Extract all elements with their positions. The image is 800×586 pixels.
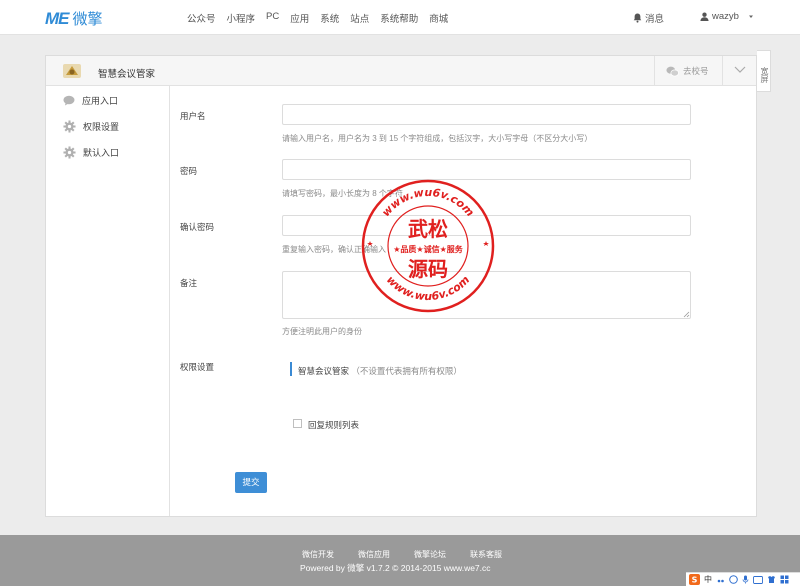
copyright-text: Powered by 微擎 v1.7.2 © 2014-2015 www.we7… — [300, 563, 491, 573]
header-divider — [654, 56, 655, 85]
sidebar: 应用入口 权限设置 默认入口 — [46, 86, 170, 516]
header-divider-2 — [722, 56, 723, 85]
sidebar-item-permissions[interactable]: 权限设置 — [63, 120, 119, 133]
top-navbar: ME 微擎 公众号 小程序 PC 应用 系统 站点 系统帮助 商城 消息 waz… — [0, 0, 800, 35]
menu-item-official-account[interactable]: 公众号 — [187, 11, 216, 25]
skin-icon[interactable] — [767, 575, 776, 584]
caret-down-icon — [748, 15, 753, 18]
footer-link-dev[interactable]: 微信开发 — [302, 549, 334, 560]
footer-link-apps[interactable]: 微信应用 — [358, 549, 390, 560]
sidebar-item-app-entry[interactable]: 应用入口 — [63, 94, 118, 107]
ime-mode-label[interactable]: 中 — [704, 574, 712, 585]
remark-label: 备注 — [180, 278, 198, 288]
bell-icon — [633, 13, 642, 23]
submit-button[interactable]: 提交 — [235, 472, 267, 493]
footer: 微信开发 微信应用 微擎论坛 联系客服 Powered by 微擎 v1.7.2… — [0, 535, 800, 586]
menu-item-system[interactable]: 系统 — [320, 11, 339, 25]
brand-logo[interactable]: ME 微擎 — [45, 8, 103, 29]
main-menu: 公众号 小程序 PC 应用 系统 站点 系统帮助 商城 — [187, 11, 448, 25]
menu-item-apps[interactable]: 应用 — [290, 11, 309, 25]
wechat-icon — [666, 66, 679, 76]
app-logo-icon — [63, 64, 81, 78]
password-label: 密码 — [180, 166, 198, 176]
reply-rules-checkbox[interactable] — [293, 419, 302, 428]
password-input[interactable] — [282, 159, 691, 180]
sidebar-item-label: 默认入口 — [83, 148, 120, 158]
switch-account-button[interactable]: 去校号 — [666, 65, 709, 77]
stamp-title-bottom: 源码 — [408, 257, 448, 281]
chevron-down-icon[interactable] — [733, 64, 747, 76]
reply-rules-label[interactable]: 回复规则列表 — [308, 419, 359, 431]
sogou-logo-icon[interactable]: S — [689, 574, 700, 585]
toolbox-icon[interactable] — [780, 575, 789, 584]
menu-item-store[interactable]: 商城 — [429, 11, 448, 25]
gear-icon — [63, 120, 76, 133]
permission-module-name: 智慧会议管家 — [298, 366, 350, 376]
messages-label: 消息 — [645, 14, 665, 25]
sidebar-item-label: 应用入口 — [82, 96, 119, 106]
remark-help: 方便注明此用户的身份 — [282, 327, 362, 336]
punctuation-icon[interactable] — [716, 575, 725, 584]
star-icon — [367, 241, 373, 246]
watermark-stamp: www.wu6v.com www.wu6v.com 武松 ★品质★诚信★服务 源… — [361, 179, 495, 313]
ime-toolbar: S 中 — [686, 572, 800, 586]
menu-item-site[interactable]: 站点 — [350, 11, 369, 25]
username-label: 用户名 — [180, 111, 206, 121]
widescreen-toggle[interactable]: 宽屏 — [757, 50, 771, 92]
permission-module: 智慧会议管家 （不设置代表拥有所有权限） — [298, 365, 462, 377]
footer-link-support[interactable]: 联系客服 — [470, 549, 502, 560]
footer-links: 微信开发 微信应用 微擎论坛 联系客服 — [302, 549, 502, 560]
panel-header: 智慧会议管家 去校号 — [46, 56, 756, 86]
sidebar-item-label: 权限设置 — [83, 122, 120, 132]
resize-handle-icon[interactable] — [683, 311, 690, 318]
brand-name: 微擎 — [72, 10, 103, 28]
gear-icon — [63, 146, 76, 159]
stamp-slogan: ★品质★诚信★服务 — [393, 244, 464, 254]
permission-module-note: （不设置代表拥有所有权限） — [351, 366, 462, 376]
permission-module-marker — [290, 362, 292, 376]
emoji-icon[interactable] — [729, 575, 738, 584]
sidebar-item-default-entry[interactable]: 默认入口 — [63, 146, 119, 159]
username-label: wazyb — [712, 11, 739, 22]
brand-mark: ME — [45, 8, 69, 28]
confirm-password-label: 确认密码 — [180, 222, 215, 232]
menu-item-help[interactable]: 系统帮助 — [380, 11, 418, 25]
keyboard-icon[interactable] — [753, 575, 763, 584]
app-name: 智慧会议管家 — [98, 69, 156, 80]
username-help: 请输入用户名，用户名为 3 到 15 个字符组成，包括汉字，大小写字母（不区分大… — [282, 134, 593, 143]
menu-item-pc[interactable]: PC — [266, 11, 279, 25]
microphone-icon[interactable] — [742, 575, 749, 584]
permissions-label: 权限设置 — [180, 362, 215, 372]
stamp-title-top: 武松 — [408, 217, 448, 241]
menu-item-mini-program[interactable]: 小程序 — [227, 11, 256, 25]
footer-link-forum[interactable]: 微擎论坛 — [414, 549, 446, 560]
username-input[interactable] — [282, 104, 691, 125]
star-icon — [483, 241, 489, 246]
user-menu[interactable]: wazyb — [700, 11, 754, 22]
chat-bubble-icon — [63, 95, 75, 106]
user-icon — [700, 12, 709, 21]
messages-link[interactable]: 消息 — [633, 11, 664, 25]
switch-account-label: 去校号 — [683, 66, 709, 76]
svg-text:S: S — [692, 576, 698, 585]
